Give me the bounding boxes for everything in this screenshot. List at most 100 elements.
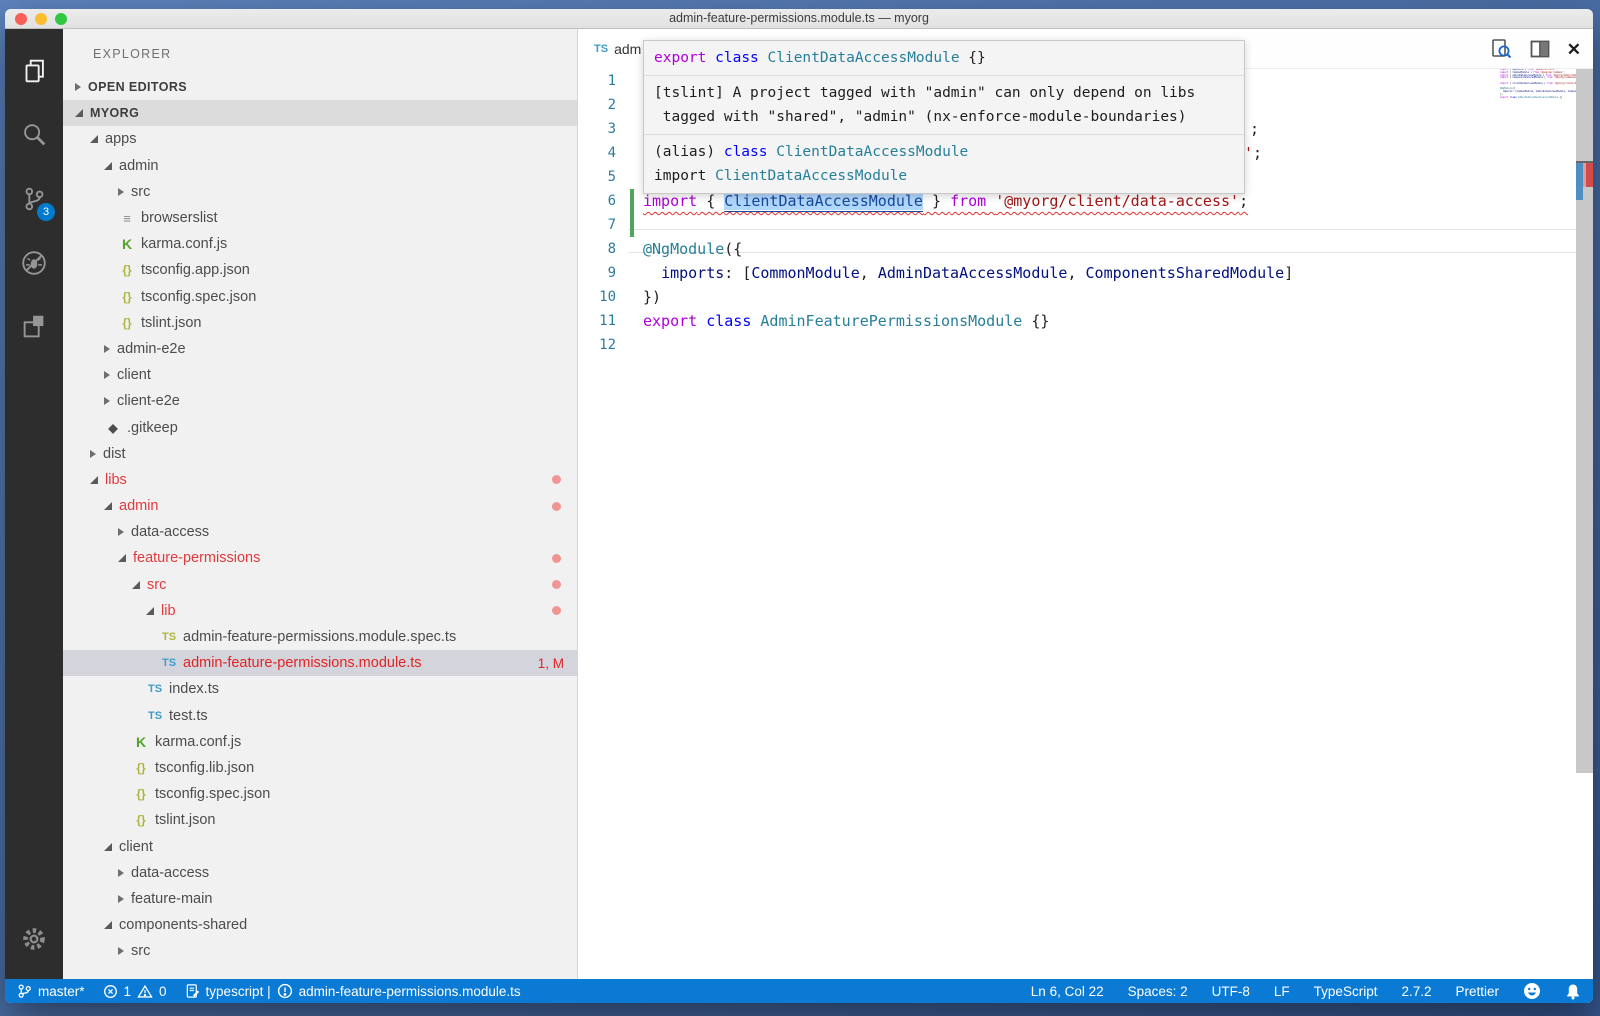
section-open-editors[interactable]: OPEN EDITORS xyxy=(63,74,577,100)
tree-item-karma-conf-js[interactable]: Kkarma.conf.js xyxy=(63,729,577,755)
tree-item-data-access[interactable]: data-access xyxy=(63,860,577,886)
karma-file-icon: K xyxy=(132,734,150,750)
editor-group: TS adm ✕ import { NgModule } from '@angu… xyxy=(578,29,1593,979)
tree-item-label: OPEN EDITORS xyxy=(88,80,187,94)
activity-gear-icon[interactable] xyxy=(5,907,63,971)
activity-debug-icon[interactable] xyxy=(5,231,63,295)
eol-status[interactable]: LF xyxy=(1274,984,1290,999)
chevron-expanded-icon xyxy=(104,502,112,510)
tree-item-libs[interactable]: libs xyxy=(63,467,577,493)
problems-status[interactable]: 10 xyxy=(103,984,167,999)
code-line-8[interactable]: 8 @NgModule({ xyxy=(578,237,1576,261)
ts-file-icon: TS xyxy=(594,43,608,55)
tree-item-label: tslint.json xyxy=(155,812,215,828)
tree-item-dist[interactable]: dist xyxy=(63,441,577,467)
code-token: : [ xyxy=(724,264,751,282)
tree-item-admin-feature-permissions-module-spec-ts[interactable]: TSadmin-feature-permissions.module.spec.… xyxy=(63,624,577,650)
section-myorg[interactable]: MYORG xyxy=(63,100,577,126)
close-icon[interactable]: ✕ xyxy=(1567,41,1581,58)
open-preview-icon[interactable] xyxy=(1489,37,1513,61)
code-line-7[interactable]: 7 xyxy=(578,213,1576,237)
bell-icon xyxy=(1565,983,1581,1000)
clientdataaccessmodule-link[interactable]: ClientDataAccessModule xyxy=(724,192,923,210)
activity-source-control-icon[interactable]: 3 xyxy=(5,167,63,231)
git-modified-gutter-bar xyxy=(630,189,634,213)
notifications-bell[interactable] xyxy=(1565,983,1581,1000)
tree-item-apps[interactable]: apps xyxy=(63,126,577,152)
activity-files-icon[interactable] xyxy=(5,39,63,103)
tree-item-src[interactable]: src xyxy=(63,938,577,964)
tree-item-src[interactable]: src xyxy=(63,179,577,205)
tree-item-src[interactable]: src xyxy=(63,572,577,598)
tree-item-admin[interactable]: admin xyxy=(63,153,577,179)
tree-item-admin[interactable]: admin xyxy=(63,493,577,519)
chevron-expanded-icon xyxy=(90,476,98,484)
code-line-10[interactable]: 10}) xyxy=(578,285,1576,309)
language-status[interactable]: TypeScript xyxy=(1314,984,1378,999)
tree-item-feature-permissions[interactable]: feature-permissions xyxy=(63,545,577,571)
line-number: 8 xyxy=(578,237,616,261)
code-token: (alias) xyxy=(654,144,724,160)
code-token: @NgModule xyxy=(643,240,724,258)
code-token: , xyxy=(860,264,878,282)
feedback-smiley[interactable] xyxy=(1523,982,1541,1000)
prettier-status[interactable]: Prettier xyxy=(1455,984,1499,999)
encoding-status[interactable]: UTF-8 xyxy=(1212,984,1250,999)
tree-item-tslint-json[interactable]: {}tslint.json xyxy=(63,310,577,336)
split-editor-icon[interactable] xyxy=(1529,38,1551,60)
tree-item-label: MYORG xyxy=(90,106,139,120)
scrollbar-overview-ruler[interactable] xyxy=(1576,69,1593,773)
code-line-11[interactable]: 11export class AdminFeaturePermissionsMo… xyxy=(578,309,1576,333)
code-token: export xyxy=(654,50,706,66)
branch-status[interactable]: master* xyxy=(17,983,85,999)
zoom-window-button[interactable] xyxy=(55,13,67,25)
tree-item-tslint-json[interactable]: {}tslint.json xyxy=(63,807,577,833)
tree-item-tsconfig-lib-json[interactable]: {}tsconfig.lib.json xyxy=(63,755,577,781)
tree-item-test-ts[interactable]: TStest.ts xyxy=(63,703,577,729)
ts-file-icon: TS xyxy=(146,683,164,695)
code-token: { xyxy=(697,192,724,210)
tree-item-client[interactable]: client xyxy=(63,833,577,859)
line-number: 12 xyxy=(578,333,616,357)
code-line-content: @NgModule({ xyxy=(643,237,742,261)
tree-item-label: components-shared xyxy=(119,917,247,933)
activity-extensions-icon[interactable] xyxy=(5,295,63,359)
cursor-position-status[interactable]: Ln 6, Col 22 xyxy=(1031,984,1104,999)
tree-item-tsconfig-spec-json[interactable]: {}tsconfig.spec.json xyxy=(63,781,577,807)
tree-item-tsconfig-app-json[interactable]: {}tsconfig.app.json xyxy=(63,257,577,283)
tree-item-lib[interactable]: lib xyxy=(63,598,577,624)
tree-item-gitkeep[interactable]: ◆.gitkeep xyxy=(63,414,577,440)
code-token: '@myorg/client/data-access' xyxy=(995,192,1239,210)
tree-item-karma-conf-js[interactable]: Kkarma.conf.js xyxy=(63,231,577,257)
indentation-status[interactable]: Spaces: 2 xyxy=(1128,984,1188,999)
line-number: 2 xyxy=(578,93,616,117)
tree-item-data-access[interactable]: data-access xyxy=(63,519,577,545)
line-number: 3 xyxy=(578,117,616,141)
minimize-window-button[interactable] xyxy=(35,13,47,25)
tree-item-index-ts[interactable]: TSindex.ts xyxy=(63,676,577,702)
tree-item-admin-e2e[interactable]: admin-e2e xyxy=(63,336,577,362)
tree-item-client[interactable]: client xyxy=(63,362,577,388)
code-line-12[interactable]: 12 xyxy=(578,333,1576,357)
chevron-collapsed-icon xyxy=(118,869,124,877)
close-window-button[interactable] xyxy=(15,13,27,25)
tree-item-browserslist[interactable]: ≡browserslist xyxy=(63,205,577,231)
code-token: from xyxy=(950,192,986,210)
status-text: 1 xyxy=(124,984,132,999)
activity-search-icon[interactable] xyxy=(5,103,63,167)
tree-item-tsconfig-spec-json[interactable]: {}tsconfig.spec.json xyxy=(63,284,577,310)
tree-item-label: test.ts xyxy=(169,708,208,724)
code-token: ; xyxy=(1250,120,1259,138)
tree-item-client-e2e[interactable]: client-e2e xyxy=(63,388,577,414)
line-number: 10 xyxy=(578,285,616,309)
tree-item-feature-main[interactable]: feature-main xyxy=(63,886,577,912)
version-status[interactable]: 2.7.2 xyxy=(1401,984,1431,999)
tree-item-components-shared[interactable]: components-shared xyxy=(63,912,577,938)
code-line-9[interactable]: 9 imports: [CommonModule, AdminDataAcces… xyxy=(578,261,1576,285)
tree-item-admin-feature-permissions-module-ts[interactable]: TSadmin-feature-permissions.module.ts1, … xyxy=(63,650,577,676)
tslint-icon xyxy=(185,983,200,999)
file-tree: OPEN EDITORSMYORGappsadminsrc≡browsersli… xyxy=(63,74,577,964)
linter-status[interactable]: typescript |admin-feature-permissions.mo… xyxy=(185,983,521,999)
code-area[interactable]: import { NgModule } from '@angular/core'… xyxy=(578,69,1593,979)
hover-line: export class ClientDataAccessModule {} xyxy=(654,46,1234,70)
